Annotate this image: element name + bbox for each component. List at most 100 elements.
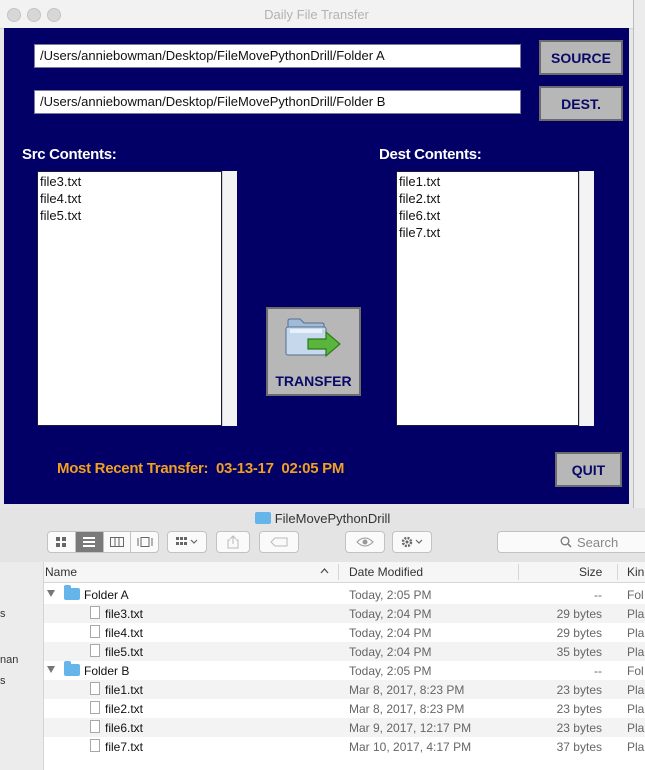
file-row[interactable]: file6.txt Mar 9, 2017, 12:17 PM 23 bytes Pl…: [44, 718, 645, 737]
text-file-icon: [90, 625, 100, 638]
row-kind: Pla: [627, 626, 645, 640]
row-name: file6.txt: [105, 721, 144, 735]
file-row[interactable]: file3.txt Today, 2:04 PM 29 bytes Pla: [44, 604, 645, 623]
row-date: Today, 2:05 PM: [349, 664, 432, 678]
gallery-view-button[interactable]: [131, 532, 158, 552]
dest-contents-label: Dest Contents:: [379, 146, 482, 163]
text-file-icon: [90, 739, 100, 752]
arrange-button[interactable]: [167, 531, 207, 553]
app-body: /Users/anniebowman/Desktop/FileMovePytho…: [4, 28, 629, 504]
finder-title: FileMovePythonDrill: [274, 511, 391, 526]
share-icon: [227, 535, 239, 549]
finder-sidebar: s nan s: [0, 562, 44, 770]
arrange-grid-icon: [176, 537, 198, 545]
row-size: --: [594, 588, 602, 602]
quit-button[interactable]: QUIT: [555, 452, 622, 487]
columns-icon: [109, 537, 124, 547]
src-contents-list[interactable]: file3.txt file4.txt file5.txt: [37, 171, 222, 426]
finder-toolbar: FileMovePythonDrill Search: [0, 508, 645, 563]
row-kind: Pla: [627, 607, 645, 621]
row-date: Mar 9, 2017, 12:17 PM: [349, 721, 472, 735]
file-row[interactable]: file5.txt Today, 2:04 PM 35 bytes Pla: [44, 642, 645, 661]
share-button[interactable]: [216, 531, 250, 553]
dest-list-scrollbar[interactable]: [579, 171, 594, 426]
row-name: file4.txt: [105, 626, 144, 640]
gear-icon: [401, 536, 423, 548]
folder-icon: [254, 512, 271, 524]
eye-icon: [356, 537, 374, 547]
row-size: --: [594, 664, 602, 678]
recent-transfer-time: 02:05 PM: [281, 460, 345, 477]
row-name: file1.txt: [105, 683, 144, 697]
sort-chevron-icon: [320, 568, 329, 574]
row-size: 23 bytes: [556, 702, 602, 716]
column-view-button[interactable]: [104, 532, 132, 552]
row-name: file2.txt: [105, 702, 144, 716]
text-file-icon: [90, 606, 100, 619]
list-item[interactable]: file4.txt: [40, 190, 219, 207]
column-size[interactable]: Size: [579, 565, 602, 579]
dest-contents-list[interactable]: file1.txt file2.txt file6.txt file7.txt: [396, 171, 579, 426]
row-kind: Pla: [627, 702, 645, 716]
list-item[interactable]: file7.txt: [399, 224, 576, 241]
row-size: 37 bytes: [556, 740, 602, 754]
sidebar-fragment[interactable]: nan: [0, 654, 18, 666]
list-item[interactable]: file1.txt: [399, 173, 576, 190]
source-button[interactable]: SOURCE: [539, 40, 623, 75]
disclosure-triangle-icon[interactable]: [47, 666, 55, 673]
row-size: 29 bytes: [556, 626, 602, 640]
file-row[interactable]: file4.txt Today, 2:04 PM 29 bytes Pla: [44, 623, 645, 642]
icon-view-button[interactable]: [48, 532, 76, 552]
app-title: Daily File Transfer: [264, 7, 369, 22]
search-field[interactable]: Search: [497, 531, 645, 553]
row-date: Today, 2:04 PM: [349, 626, 432, 640]
cover-flow-icon: [137, 537, 153, 547]
file-row[interactable]: file7.txt Mar 10, 2017, 4:17 PM 37 bytes Pl…: [44, 737, 645, 756]
file-row[interactable]: file2.txt Mar 8, 2017, 8:23 PM 23 bytes Pla: [44, 699, 645, 718]
column-kind[interactable]: Kin: [627, 565, 644, 579]
row-name: Folder A: [84, 588, 129, 602]
file-row[interactable]: file1.txt Mar 8, 2017, 8:23 PM 23 bytes Pla: [44, 680, 645, 699]
column-name[interactable]: Name: [45, 565, 77, 579]
list-icon: [83, 537, 96, 547]
folder-row[interactable]: Folder B Today, 2:05 PM -- Fol: [44, 661, 645, 680]
sidebar-fragment[interactable]: s: [0, 608, 6, 620]
list-view-button[interactable]: [75, 532, 104, 552]
grid-icon: [56, 537, 67, 547]
column-date-modified[interactable]: Date Modified: [349, 565, 423, 579]
tag-icon: [270, 537, 288, 547]
list-item[interactable]: file3.txt: [40, 173, 219, 190]
row-kind: Fol: [627, 664, 644, 678]
src-list-scrollbar[interactable]: [222, 171, 237, 426]
list-item[interactable]: file5.txt: [40, 207, 219, 224]
dest-path-field[interactable]: /Users/anniebowman/Desktop/FileMovePytho…: [34, 90, 521, 114]
recent-transfer-label: Most Recent Transfer:: [57, 460, 209, 477]
list-item[interactable]: file2.txt: [399, 190, 576, 207]
text-file-icon: [90, 701, 100, 714]
dest-button[interactable]: DEST.: [539, 86, 623, 121]
sidebar-fragment[interactable]: s: [0, 675, 6, 687]
search-placeholder: Search: [577, 534, 619, 550]
app-window: Daily File Transfer /Users/anniebowman/D…: [0, 0, 634, 508]
action-button[interactable]: [392, 531, 432, 553]
text-file-icon: [90, 720, 100, 733]
row-date: Mar 10, 2017, 4:17 PM: [349, 740, 472, 754]
disclosure-triangle-icon[interactable]: [47, 590, 55, 597]
view-mode-control: [47, 531, 159, 553]
row-kind: Fol: [627, 588, 644, 602]
tags-button[interactable]: [259, 531, 299, 553]
row-name: Folder B: [84, 664, 130, 678]
row-date: Today, 2:05 PM: [349, 588, 432, 602]
finder-file-list: Name Date Modified Size Kin Folder A Toda…: [44, 562, 645, 770]
recent-transfer-status: Most Recent Transfer: 03-13-17 02:05 PM: [57, 460, 344, 477]
folder-icon: [64, 661, 80, 676]
row-kind: Pla: [627, 645, 645, 659]
source-path-field[interactable]: /Users/anniebowman/Desktop/FileMovePytho…: [34, 44, 521, 68]
quick-look-button[interactable]: [345, 531, 385, 553]
row-name: file3.txt: [105, 607, 144, 621]
row-kind: Pla: [627, 721, 645, 735]
row-kind: Pla: [627, 683, 645, 697]
list-item[interactable]: file6.txt: [399, 207, 576, 224]
folder-row[interactable]: Folder A Today, 2:05 PM -- Fol: [44, 585, 645, 604]
transfer-button[interactable]: TRANSFER: [266, 307, 361, 396]
